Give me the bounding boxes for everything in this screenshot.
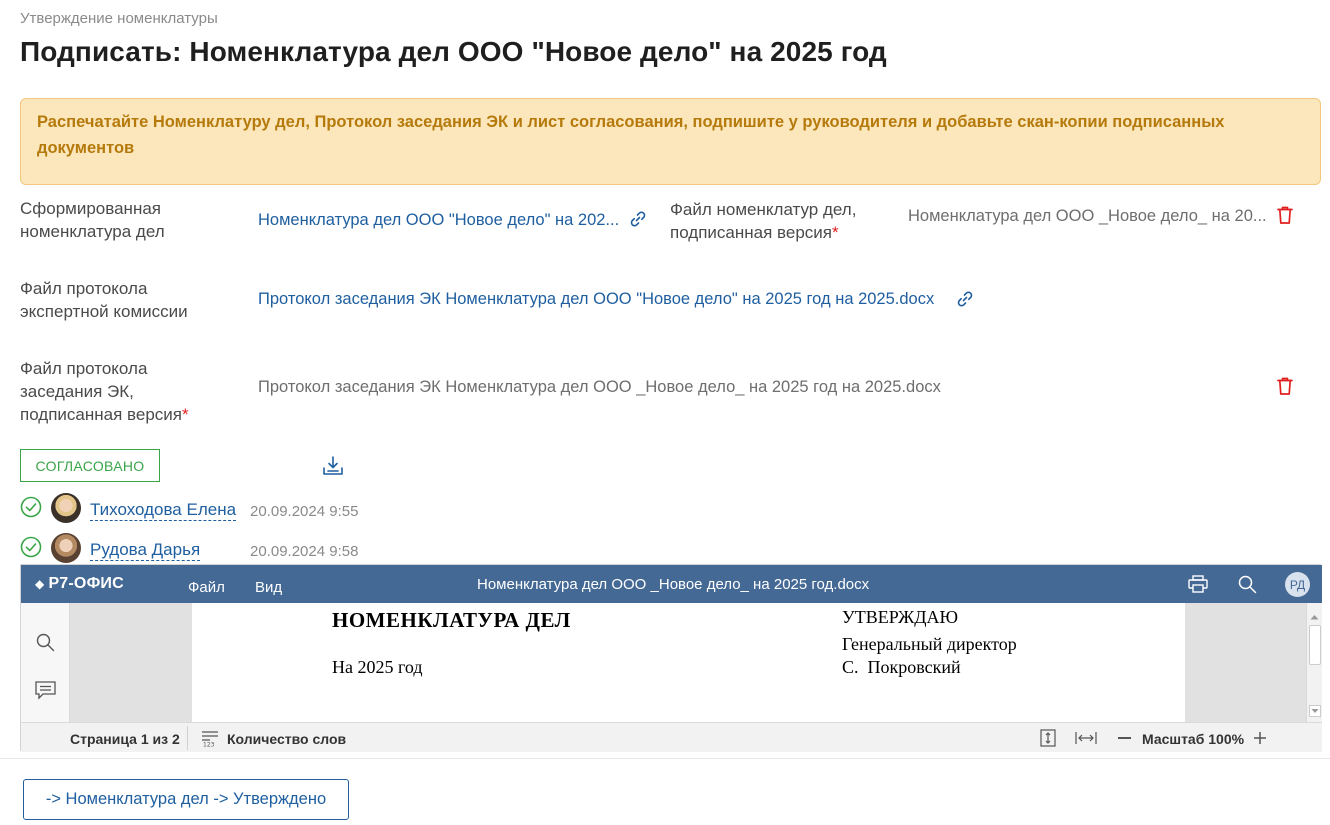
search-icon[interactable] bbox=[1238, 575, 1257, 599]
editor-margin-left bbox=[70, 603, 192, 722]
signed-protocol-file[interactable]: Протокол заседания ЭК Номенклатура дел О… bbox=[258, 378, 941, 397]
signed-protocol-label: Файл протокола заседания ЭК, подписанная… bbox=[20, 359, 189, 424]
search-icon[interactable] bbox=[36, 633, 55, 657]
commission-protocol-link[interactable]: Протокол заседания ЭК Номенклатура дел О… bbox=[258, 290, 934, 309]
comments-icon[interactable] bbox=[35, 681, 56, 705]
editor-logo: ◆ Р7-ОФИС bbox=[35, 575, 124, 592]
zoom-out-icon[interactable] bbox=[1118, 737, 1131, 739]
generated-nomenclature-link[interactable]: Номенклатура дел ООО "Новое дело" на 202… bbox=[258, 211, 619, 230]
status-separator bbox=[187, 726, 188, 750]
avatar bbox=[51, 533, 81, 563]
signed-nomenclature-label: Файл номенклатур дел, подписанная версия… bbox=[670, 200, 857, 242]
approver-name[interactable]: Тихоходова Елена bbox=[90, 500, 237, 521]
commission-protocol-label: Файл протокола экспертной комиссии bbox=[20, 279, 188, 321]
link-icon[interactable] bbox=[955, 289, 975, 314]
approval-date: 20.09.2024 9:58 bbox=[250, 543, 359, 560]
editor-status-bar: Страница 1 из 2 123 Количество слов Масш… bbox=[21, 722, 1322, 752]
alert-text: Распечатайте Номенклатуру дел, Протокол … bbox=[37, 113, 1225, 157]
document-editor: ◆ Р7-ОФИС Файл Вид Номенклатура дел ООО _… bbox=[20, 564, 1322, 752]
zoom-in-icon[interactable] bbox=[1253, 731, 1267, 750]
menu-view[interactable]: Вид bbox=[255, 579, 282, 596]
document-page[interactable]: НОМЕНКЛАТУРА ДЕЛ На 2025 год УТВЕРЖДАЮ Г… bbox=[192, 603, 1185, 722]
doc-position: Генеральный директор bbox=[842, 634, 1017, 654]
svg-text:123: 123 bbox=[203, 742, 215, 748]
editor-header: ◆ Р7-ОФИС Файл Вид Номенклатура дел ООО _… bbox=[21, 565, 1322, 603]
doc-year: На 2025 год bbox=[332, 657, 423, 677]
delete-icon[interactable] bbox=[1276, 376, 1294, 401]
zoom-level[interactable]: Масштаб 100% bbox=[1142, 731, 1244, 747]
editor-scrollbar[interactable] bbox=[1306, 603, 1322, 722]
logo-icon: ◆ bbox=[35, 577, 45, 591]
approve-transition-button[interactable]: -> Номенклатура дел -> Утверждено bbox=[23, 779, 349, 820]
approved-check-icon bbox=[20, 496, 42, 523]
approval-date: 20.09.2024 9:55 bbox=[250, 503, 359, 520]
user-avatar[interactable]: РД bbox=[1285, 572, 1310, 597]
scroll-thumb[interactable] bbox=[1309, 625, 1321, 665]
editor-left-toolbar bbox=[21, 603, 70, 722]
delete-icon[interactable] bbox=[1276, 205, 1294, 230]
print-icon[interactable] bbox=[1188, 575, 1208, 598]
fit-page-icon[interactable] bbox=[1040, 729, 1056, 752]
page-indicator[interactable]: Страница 1 из 2 bbox=[70, 731, 180, 747]
page-title: Подписать: Номенклатура дел ООО "Новое д… bbox=[20, 36, 887, 67]
doc-signer: С. Покровский bbox=[842, 657, 961, 677]
footer-divider bbox=[0, 758, 1330, 759]
scroll-up-icon[interactable] bbox=[1310, 607, 1319, 625]
approved-check-icon bbox=[20, 536, 42, 563]
avatar bbox=[51, 493, 81, 523]
menu-file[interactable]: Файл bbox=[188, 579, 225, 596]
doc-approve: УТВЕРЖДАЮ bbox=[842, 607, 959, 627]
generated-nomenclature-label: Сформированная номенклатура дел bbox=[20, 199, 165, 241]
editor-document-title: Номенклатура дел ООО _Новое дело_ на 202… bbox=[477, 576, 870, 593]
editor-margin-right bbox=[1185, 603, 1306, 722]
approver-name[interactable]: Рудова Дарья bbox=[90, 540, 201, 561]
breadcrumb[interactable]: Утверждение номенклатуры bbox=[20, 10, 218, 27]
doc-heading: НОМЕНКЛАТУРА ДЕЛ bbox=[332, 608, 571, 632]
fit-width-icon[interactable] bbox=[1075, 731, 1097, 750]
word-count-icon[interactable]: 123 bbox=[201, 729, 219, 752]
link-icon[interactable] bbox=[628, 209, 648, 234]
instruction-alert: Распечатайте Номенклатуру дел, Протокол … bbox=[20, 98, 1321, 185]
scroll-down-icon[interactable] bbox=[1309, 705, 1321, 717]
word-count-button[interactable]: Количество слов bbox=[227, 731, 346, 747]
status-badge[interactable]: СОГЛАСОВАНО bbox=[20, 449, 160, 482]
download-icon[interactable] bbox=[322, 455, 344, 482]
signed-nomenclature-file[interactable]: Номенклатура дел ООО _Новое дело_ на 20.… bbox=[908, 207, 1267, 226]
